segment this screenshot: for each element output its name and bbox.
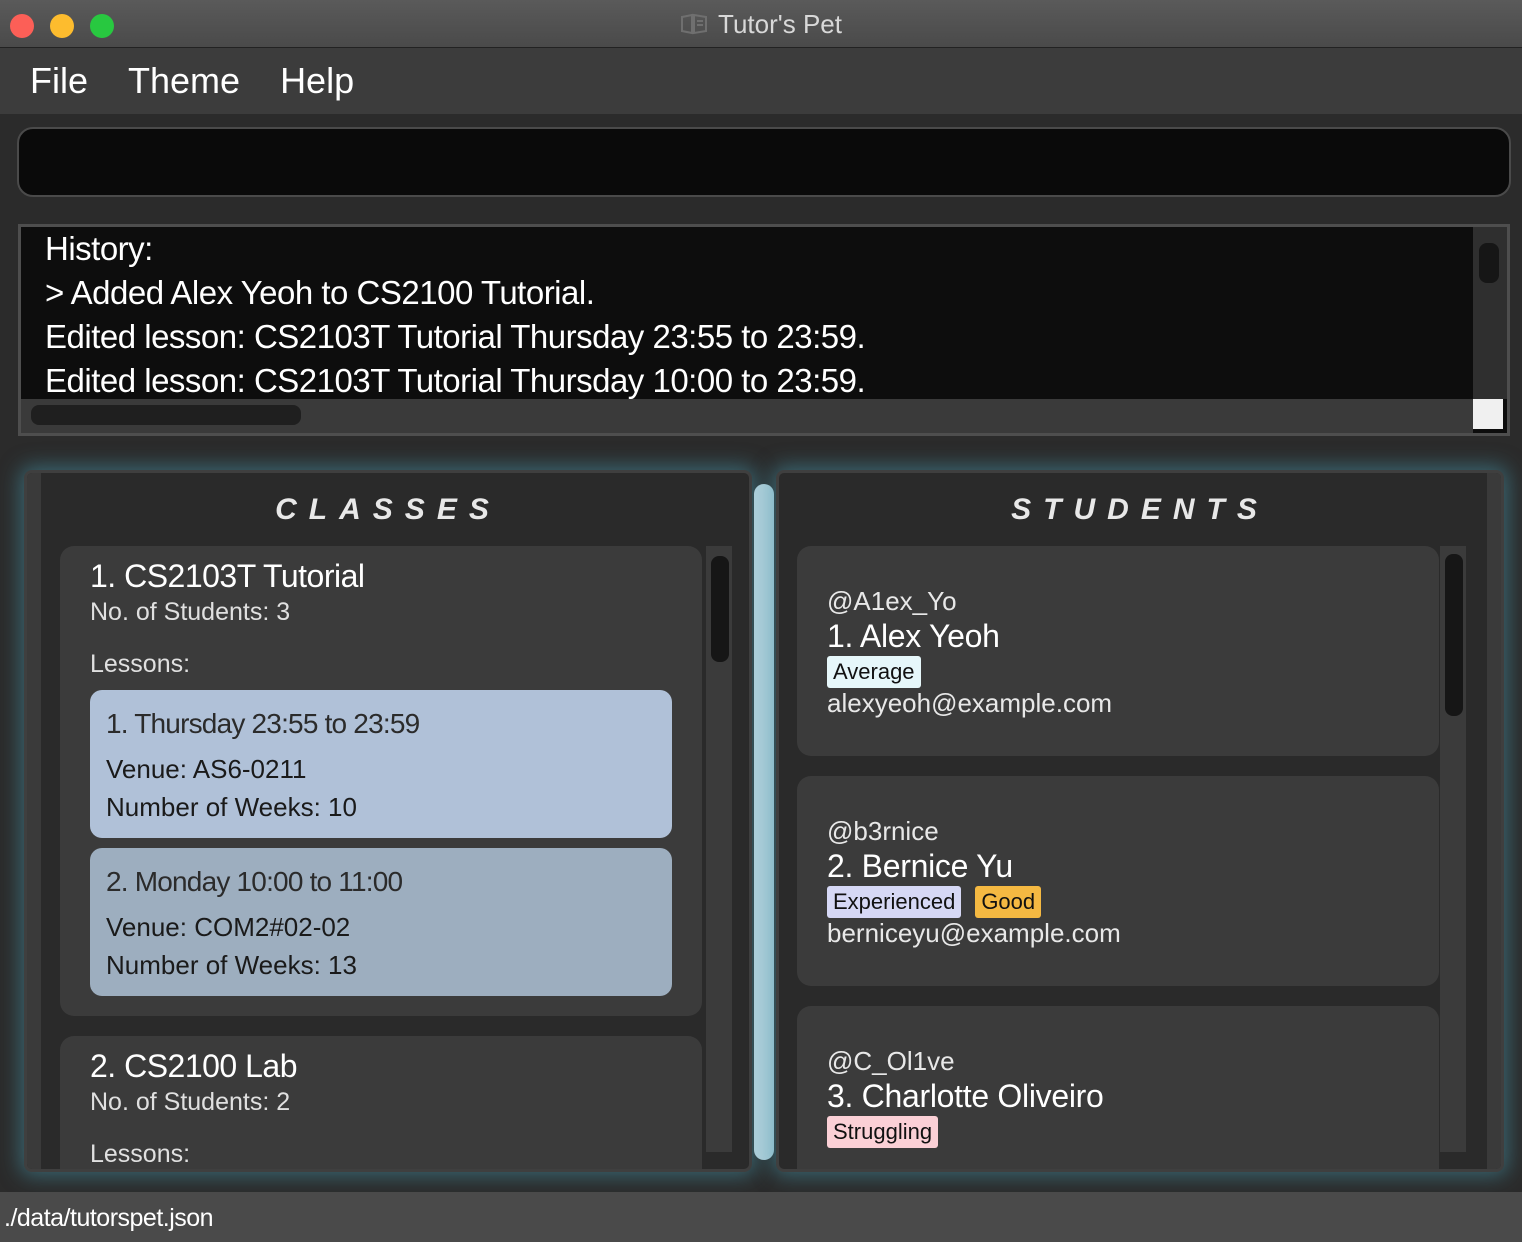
- student-name: 2. Bernice Yu: [827, 848, 1013, 884]
- menu-help[interactable]: Help: [260, 60, 374, 102]
- split-pane-divider[interactable]: [754, 484, 774, 1160]
- lesson-card[interactable]: 2. Monday 10:00 to 11:00 Venue: COM2#02-…: [90, 848, 672, 996]
- app-window: Tutor's Pet File Theme Help History: > A…: [0, 0, 1522, 1242]
- history-line: Edited lesson: CS2103T Tutorial Thursday…: [45, 362, 866, 399]
- student-card[interactable]: @C_Ol1ve 3. Charlotte Oliveiro Strugglin…: [797, 1006, 1439, 1169]
- students-panel: STUDENTS @A1ex_Yo 1. Alex Yeoh Average a…: [776, 470, 1504, 1172]
- students-scroll-thumb[interactable]: [1445, 554, 1463, 716]
- student-tag: Experienced: [827, 886, 962, 918]
- student-tags: Average: [827, 656, 921, 688]
- student-telegram: @C_Ol1ve: [827, 1046, 955, 1076]
- students-scrollbar[interactable]: [1440, 546, 1466, 1152]
- history-heading: History:: [45, 230, 153, 267]
- command-input[interactable]: [17, 127, 1511, 197]
- lesson-venue: Venue: COM2#02-02: [106, 912, 351, 942]
- class-title: 1. CS2103T Tutorial: [90, 558, 365, 594]
- student-telegram: @b3rnice: [827, 816, 939, 846]
- window-title: Tutor's Pet: [718, 8, 842, 39]
- classes-panel: CLASSES 1. CS2103T Tutorial No. of Stude…: [24, 470, 752, 1172]
- class-card[interactable]: 2. CS2100 Lab No. of Students: 2 Lessons…: [60, 1036, 702, 1169]
- app-logo-icon: [680, 13, 708, 35]
- lesson-weeks: Number of Weeks: 13: [106, 950, 357, 980]
- panel-edge: [27, 473, 41, 1169]
- student-name: 3. Charlotte Oliveiro: [827, 1078, 1104, 1114]
- student-card[interactable]: @A1ex_Yo 1. Alex Yeoh Average alexyeoh@e…: [797, 546, 1439, 756]
- data-file-path: ./data/tutorspet.json: [4, 1204, 214, 1232]
- student-tag: Average: [827, 656, 921, 688]
- history-horizontal-scroll-thumb[interactable]: [31, 405, 301, 425]
- student-tags: Experienced Good: [827, 886, 1042, 918]
- student-email: berniceyu@example.com: [827, 918, 1121, 948]
- classes-heading: CLASSES: [275, 493, 501, 526]
- lesson-title: 2. Monday 10:00 to 11:00: [106, 866, 403, 897]
- students-heading: STUDENTS: [1011, 493, 1269, 526]
- history-line: > Added Alex Yeoh to CS2100 Tutorial.: [45, 274, 595, 311]
- status-bar: ./data/tutorspet.json: [0, 1192, 1522, 1242]
- title-bar: Tutor's Pet: [0, 0, 1522, 48]
- student-email: alexyeoh@example.com: [827, 688, 1113, 718]
- history-horizontal-scrollbar[interactable]: [21, 399, 1473, 433]
- lesson-weeks: Number of Weeks: 10: [106, 792, 357, 822]
- lesson-card[interactable]: 1. Thursday 23:55 to 23:59 Venue: AS6-02…: [90, 690, 672, 838]
- class-student-count: No. of Students: 3: [90, 598, 291, 626]
- classes-scrollbar[interactable]: [706, 546, 732, 1152]
- class-card[interactable]: 1. CS2103T Tutorial No. of Students: 3 L…: [60, 546, 702, 1016]
- student-telegram: @A1ex_Yo: [827, 586, 957, 616]
- lessons-label: Lessons:: [90, 1140, 191, 1168]
- history-line: Edited lesson: CS2103T Tutorial Thursday…: [45, 318, 866, 355]
- student-tag: Struggling: [827, 1116, 939, 1148]
- panel-edge: [1487, 473, 1501, 1169]
- class-student-count: No. of Students: 2: [90, 1088, 291, 1116]
- history-vertical-scrollbar[interactable]: [1473, 227, 1507, 399]
- menu-theme[interactable]: Theme: [108, 60, 260, 102]
- student-name: 1. Alex Yeoh: [827, 618, 1000, 654]
- history-text: History: > Added Alex Yeoh to CS2100 Tut…: [45, 227, 1475, 399]
- lessons-label: Lessons:: [90, 650, 191, 678]
- student-card[interactable]: @b3rnice 2. Bernice Yu Experienced Good …: [797, 776, 1439, 986]
- lesson-title: 1. Thursday 23:55 to 23:59: [106, 708, 420, 739]
- classes-scroll-thumb[interactable]: [711, 556, 729, 662]
- history-display: History: > Added Alex Yeoh to CS2100 Tut…: [18, 224, 1510, 436]
- history-vertical-scroll-thumb[interactable]: [1479, 243, 1499, 283]
- student-tag: Good: [975, 886, 1042, 918]
- menu-bar: File Theme Help: [0, 48, 1522, 114]
- student-tags: Struggling: [827, 1116, 939, 1148]
- command-area: [0, 114, 1522, 216]
- menu-file[interactable]: File: [10, 60, 108, 102]
- class-title: 2. CS2100 Lab: [90, 1048, 298, 1084]
- scrollbar-corner: [1473, 399, 1503, 429]
- lesson-venue: Venue: AS6-0211: [106, 754, 307, 784]
